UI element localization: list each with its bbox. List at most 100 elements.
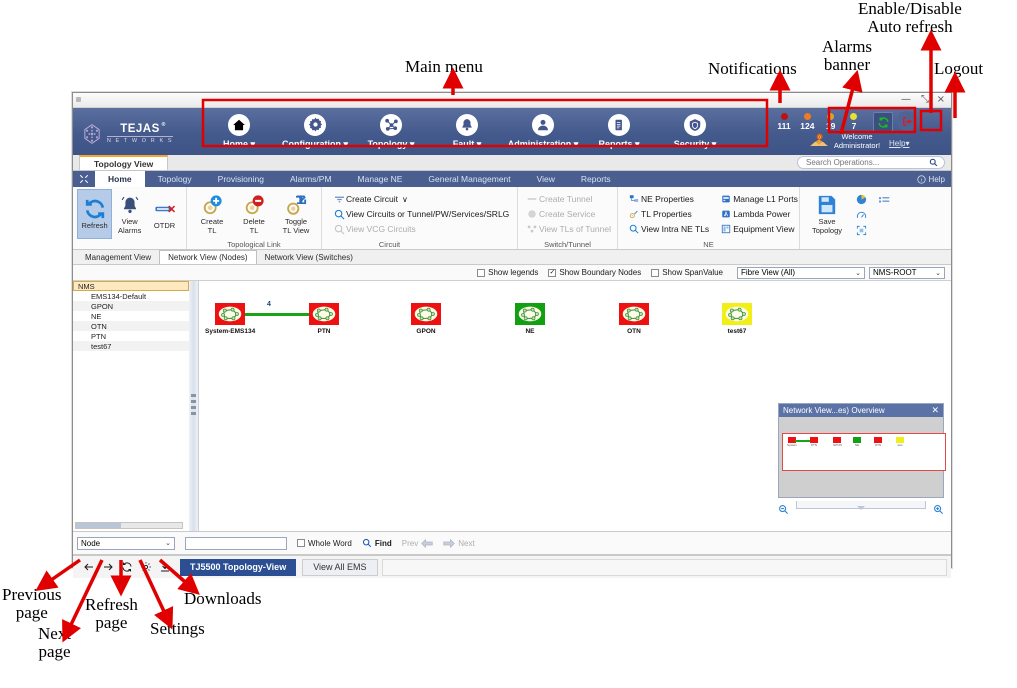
panel-resize-handle[interactable] [189,281,199,531]
tree-node-nms[interactable]: NMS [73,281,189,291]
alarm-major[interactable]: 124 [796,113,818,131]
ribbon-tab-view[interactable]: View [524,171,568,187]
show-spanvalue-checkbox[interactable]: Show SpanValue [651,268,723,277]
window-minimize-button[interactable]: — [901,94,911,106]
tab-network-view-nodes[interactable]: Network View (Nodes) [159,250,257,264]
ribbon-tab-alarms-pm[interactable]: Alarms/PM [277,171,345,187]
application-window: — ⤡ × TEJAS ® N E T W O R K S Home ▾ Con… [72,92,952,578]
auto-refresh-toggle-button[interactable] [873,112,893,132]
tree-node-gpon[interactable]: GPON [73,301,189,311]
tab-network-view-switches[interactable]: Network View (Switches) [257,250,361,264]
prev-button: Prev [402,538,433,548]
menu-item-security[interactable]: Security ▾ [657,113,733,150]
window-restore-button[interactable]: ⤡ [921,94,929,106]
ribbon-tab-home[interactable]: Home [95,171,145,187]
find-scope-select[interactable]: Node ⌄ [77,536,175,550]
topology-node-otn[interactable]: OTN [619,303,649,335]
menu-item-home[interactable]: Home ▾ [201,113,277,150]
tree-node-otn[interactable]: OTN [73,321,189,331]
refresh-button[interactable]: Refresh [77,189,113,239]
whole-word-checkbox[interactable]: Whole Word [297,539,352,548]
view-intra-ne-tls-item[interactable]: View Intra NE TLs [627,222,709,237]
ne-properties-item[interactable]: NE Properties [627,192,709,207]
topology-icon [380,113,402,136]
find-input[interactable] [186,542,286,554]
annotation-main-menu: Main menu [405,57,483,76]
tree-node-ne[interactable]: NE [73,311,189,321]
network-view-tabs: Management View Network View (Nodes) Net… [73,250,951,265]
overview-zoom-controls [778,499,944,515]
alarms-banner[interactable]: 111 124 19 7 [773,113,865,131]
topology-node-gpon[interactable]: GPON [411,303,441,335]
view-circuits-item[interactable]: View Circuits or Tunnel/PW/Services/SRLG [332,207,509,222]
next-page-button[interactable] [98,559,117,575]
tree-node-test67[interactable]: test67 [73,341,189,351]
tree-horizontal-scrollbar[interactable] [75,522,183,529]
tree-node-ptn[interactable]: PTN [73,331,189,341]
menu-item-fault[interactable]: Fault ▾ [429,113,505,150]
zoom-in-button[interactable] [933,502,944,520]
overview-viewport[interactable]: System PTN GPON NE OTN test [782,433,946,471]
zoom-slider[interactable] [796,501,926,510]
ribbon-tab-topology[interactable]: Topology [145,171,205,187]
ribbon-tab-reports[interactable]: Reports [568,171,624,187]
show-boundary-nodes-checkbox[interactable]: ✓ Show Boundary Nodes [548,268,641,277]
tab-management-view[interactable]: Management View [77,250,159,264]
equipment-view-item[interactable]: Equipment View [719,222,798,237]
previous-page-button[interactable] [79,559,98,575]
ribbon-collapse-button[interactable] [73,171,95,187]
topology-node-system-ems134[interactable]: System-EMS134 [205,303,255,335]
find-button[interactable]: Find [362,538,392,548]
legend-icon[interactable] [879,192,890,210]
create-circuit-item[interactable]: Create Circuit ∨ [332,192,509,207]
ribbon-help-button[interactable]: i Help [916,171,945,187]
zoom-out-button[interactable] [778,502,789,520]
ribbon-tab-general-management[interactable]: General Management [415,171,523,187]
refresh-page-button[interactable] [117,559,136,575]
close-icon[interactable]: ✕ [931,405,939,416]
alarm-minor[interactable]: 19 [820,113,842,131]
create-tl-label: Create TL [200,217,224,235]
downloads-button[interactable] [155,559,174,575]
ribbon-group-circuit-label: Circuit [378,239,401,249]
lambda-power-item[interactable]: Lambda Power [719,207,798,222]
menu-item-reports[interactable]: Reports ▾ [581,113,657,150]
topology-node-ptn[interactable]: PTN [309,303,339,335]
view-alarms-button[interactable]: View Alarms [112,189,147,239]
save-topology-button[interactable]: Save Topology [804,191,850,237]
tl-properties-item[interactable]: TL Properties [627,207,709,222]
tab-topology-view[interactable]: Topology View [79,155,169,170]
alarm-warning[interactable]: 7 [843,113,865,131]
otdr-button[interactable]: OTDR [147,189,182,239]
tree-node-ems134-default[interactable]: EMS134-Default [73,291,189,301]
window-close-button[interactable]: × [937,94,945,106]
alarm-critical[interactable]: 111 [773,113,795,131]
manage-l1-ports-item[interactable]: Manage L1 Ports [719,192,798,207]
menu-item-configuration[interactable]: Configuration ▾ [277,113,353,150]
show-legends-checkbox[interactable]: Show legends [477,268,538,277]
menu-item-topology[interactable]: Topology ▾ [353,113,429,150]
topology-canvas[interactable]: 4 System-EMS134 PTN GPON NE OTN test67 N… [189,281,951,531]
topology-node-ne[interactable]: NE [515,303,545,335]
status-tab-tj5500-topology-view[interactable]: TJ5500 Topology-View [180,558,297,576]
alarm-warning-count: 7 [851,121,857,131]
ribbon-tab-provisioning[interactable]: Provisioning [205,171,277,187]
scan-icon[interactable] [856,223,867,241]
create-tl-button[interactable]: Create TL [191,189,233,239]
menu-item-administration[interactable]: Administration ▾ [505,113,581,150]
status-tab-view-all-ems[interactable]: View All EMS [302,558,378,576]
ribbon-tab-manage-ne[interactable]: Manage NE [345,171,416,187]
settings-button[interactable] [136,559,155,575]
fibre-view-select[interactable]: Fibre View (All) ⌄ [737,266,865,279]
delete-tl-button[interactable]: Delete TL [233,189,275,239]
notifications-button[interactable]: 0 [809,133,829,154]
scope-select[interactable]: NMS-ROOT ⌄ [869,266,945,279]
overview-header: Network View...es) Overview ✕ [779,404,943,417]
logout-button[interactable] [897,111,917,131]
search-operations-box[interactable] [797,156,945,169]
help-menu-link[interactable]: Help▾ [889,139,909,148]
toggle-tl-view-button[interactable]: Toggle TL View [275,189,317,239]
search-input[interactable] [804,157,929,168]
find-input-wrap[interactable] [185,536,287,554]
topology-node-test67[interactable]: test67 [722,303,752,335]
